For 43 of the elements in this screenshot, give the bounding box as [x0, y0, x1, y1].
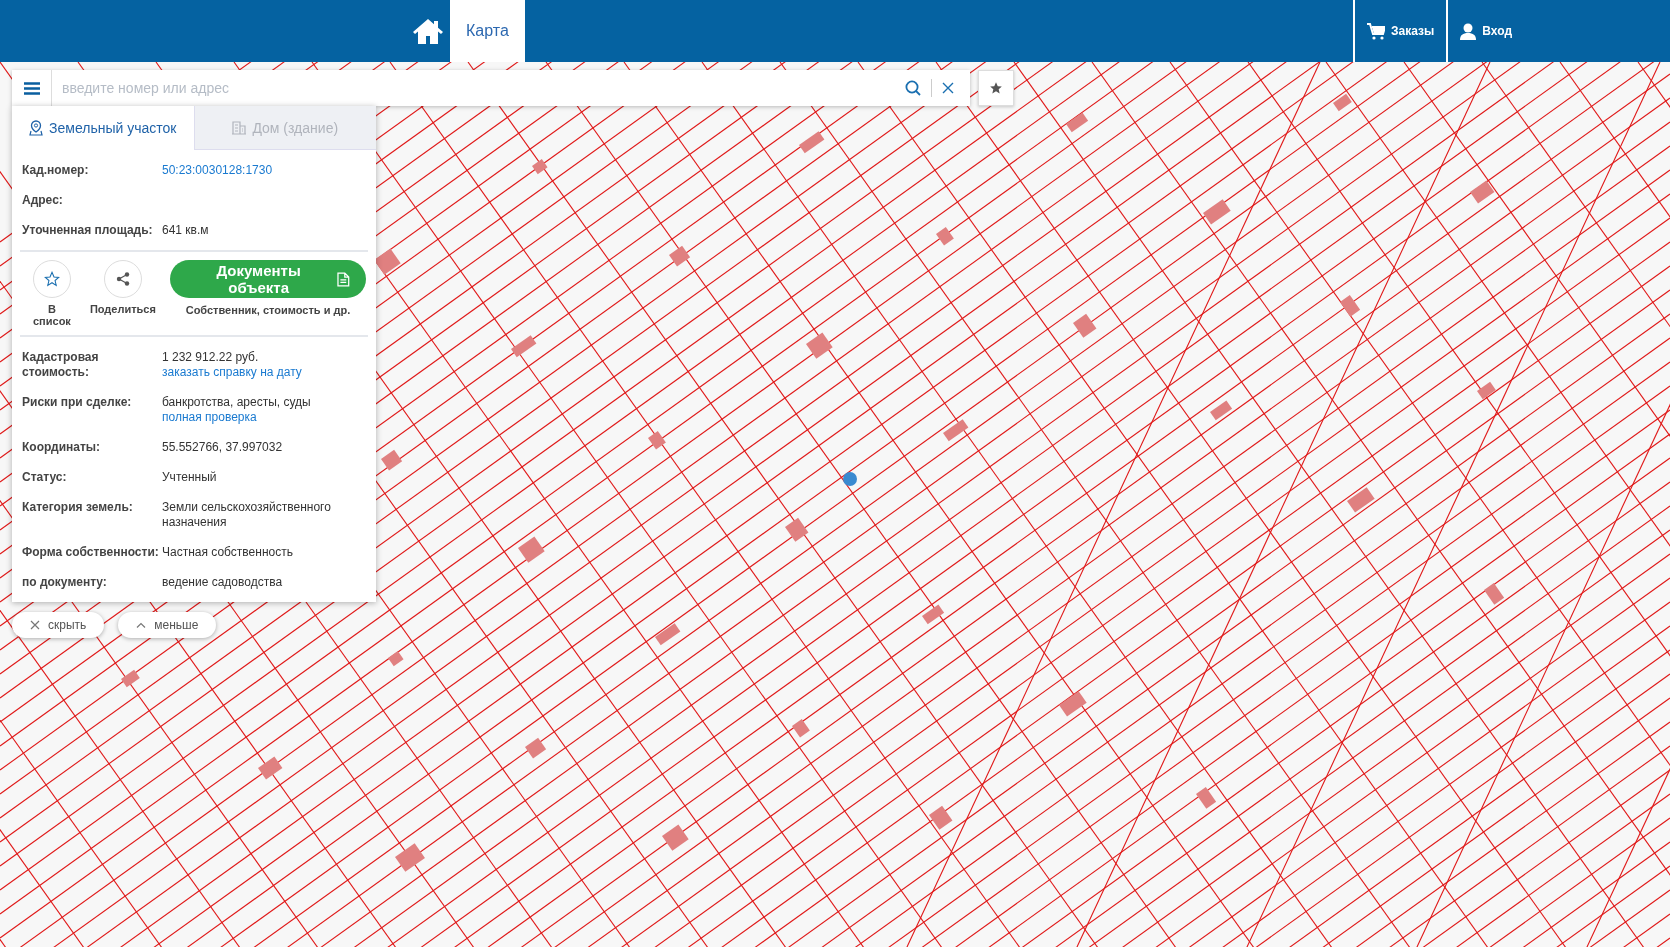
value-link[interactable]: полная проверка: [162, 410, 311, 425]
document-icon: [337, 271, 350, 287]
star-icon[interactable]: [989, 81, 1003, 95]
field-value: Учтенный: [162, 470, 217, 485]
favorites-button[interactable]: [978, 70, 1014, 106]
field-label: Кад.номер:: [22, 163, 90, 178]
panel-tab[interactable]: Земельный участок: [12, 106, 194, 150]
search-icon[interactable]: [905, 80, 921, 96]
collapse-button[interactable]: меньше: [118, 612, 217, 638]
field-label: Адрес:: [22, 193, 64, 208]
field-label: Кадастровая стоимость:: [22, 350, 100, 380]
field-label: Уточненная площадь:: [22, 223, 154, 238]
field-value: Частная собственность: [162, 545, 293, 560]
star-icon: [43, 271, 60, 287]
location-marker: [843, 472, 857, 486]
field-value: банкротства, аресты, суды: [162, 395, 311, 410]
caret-up-icon: [136, 622, 147, 628]
field-label: Координаты:: [22, 440, 102, 455]
field-value: ведение садоводства: [162, 575, 283, 590]
close-icon[interactable]: [942, 82, 954, 94]
close-icon: [30, 620, 40, 630]
home-icon[interactable]: [411, 17, 444, 45]
hide-button[interactable]: скрыть: [12, 612, 105, 638]
menu-icon[interactable]: [23, 81, 40, 95]
share-icon: [115, 272, 130, 286]
field-value: 641 кв.м: [162, 223, 209, 238]
field-label: Категория земель:: [22, 500, 134, 516]
field-label: по документу:: [22, 575, 108, 590]
search-field[interactable]: введите номер или адрес: [12, 70, 970, 106]
share-button[interactable]: Поделиться: [89, 260, 156, 315]
value-link[interactable]: заказать справку на дату: [162, 365, 302, 380]
field-label: Форма собственности:: [22, 545, 160, 560]
field-value: 1 232 912.22 руб.: [162, 350, 260, 365]
nav-tab[interactable]: Карта: [450, 0, 525, 62]
field-value: Земли сельскохозяйственного назначения: [162, 500, 332, 530]
add-to-list-button[interactable]: В список: [28, 260, 76, 327]
field-label: Риски при сделке:: [22, 395, 133, 411]
documents-caption: Собственник, стоимость и др.: [185, 304, 351, 316]
value-link[interactable]: 50:23:0030128:1730: [162, 163, 273, 178]
location-pin-icon: [29, 120, 44, 136]
field-value: 55.552766, 37.997032: [162, 440, 283, 455]
field-label: Статус:: [22, 470, 68, 485]
building-icon: [232, 120, 247, 135]
